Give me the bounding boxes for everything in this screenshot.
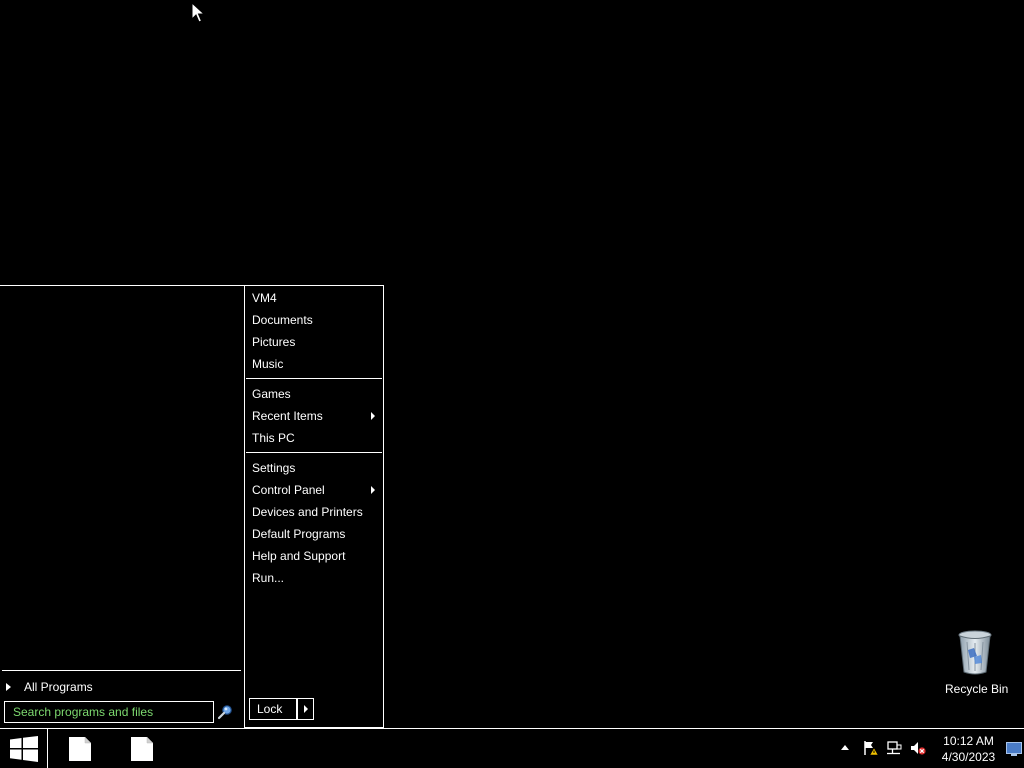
item-label: Run... (252, 571, 285, 585)
item-label: Help and Support (252, 549, 346, 563)
item-label: Devices and Printers (252, 505, 363, 519)
item-label: Documents (252, 313, 313, 327)
chevron-right-icon (304, 705, 308, 713)
start-right-item-pictures[interactable]: Pictures (246, 331, 382, 353)
item-label: VM4 (252, 291, 277, 305)
item-label: Music (252, 357, 284, 371)
item-label: This PC (252, 431, 295, 445)
start-menu: All Programs Search programs and files V… (0, 285, 384, 728)
recycle-bin-icon (958, 630, 992, 675)
start-button[interactable] (0, 729, 48, 768)
item-label: Pictures (252, 335, 296, 349)
start-right-item-default-programs[interactable]: Default Programs (246, 523, 382, 545)
places-group-settings: Settings Control Panel Devices and Print… (246, 457, 382, 589)
show-desktop-icon[interactable] (1006, 742, 1022, 756)
item-label: Games (252, 387, 291, 401)
start-right-item-run[interactable]: Run... (246, 567, 382, 589)
start-right-item-settings[interactable]: Settings (246, 457, 382, 479)
lock-button[interactable]: Lock (249, 698, 297, 720)
start-right-item-help-and-support[interactable]: Help and Support (246, 545, 382, 567)
start-right-item-this-pc[interactable]: This PC (246, 427, 382, 449)
start-menu-programs-pane: All Programs Search programs and files (0, 285, 244, 728)
item-label: Recent Items (252, 409, 323, 423)
taskbar: 10:12 AM 4/30/2023 (0, 728, 1024, 768)
tray-clock[interactable]: 10:12 AM 4/30/2023 (937, 733, 1000, 765)
search-input[interactable]: Search programs and files (4, 701, 214, 723)
places-group-system: Games Recent Items This PC (246, 383, 382, 449)
clock-date: 4/30/2023 (941, 750, 996, 764)
clock-time: 10:12 AM (943, 734, 994, 748)
start-right-item-vm4[interactable]: VM4 (246, 287, 382, 309)
expand-arrow-icon (6, 683, 11, 691)
recycle-bin-label: Recycle Bin (945, 682, 1009, 696)
start-right-item-devices-and-printers[interactable]: Devices and Printers (246, 501, 382, 523)
show-hidden-icons-button[interactable] (841, 745, 849, 750)
item-label: Default Programs (252, 527, 346, 541)
windows-logo-icon (10, 736, 38, 762)
item-label: Settings (252, 461, 296, 475)
places-separator (246, 378, 382, 379)
lock-options-button[interactable] (297, 698, 314, 720)
desktop: Recycle Bin All Programs Search programs… (0, 0, 1024, 768)
mouse-cursor-icon (191, 2, 205, 23)
search-icon[interactable] (217, 704, 233, 720)
places-group-user: VM4 Documents Pictures Music (246, 287, 382, 375)
start-right-item-documents[interactable]: Documents (246, 309, 382, 331)
action-center-flag-icon[interactable] (862, 740, 878, 756)
network-icon[interactable] (886, 740, 902, 756)
all-programs-item[interactable]: All Programs (0, 677, 240, 697)
volume-muted-icon[interactable] (910, 740, 926, 756)
places-separator (246, 452, 382, 453)
submenu-arrow-icon (371, 412, 375, 420)
start-right-item-music[interactable]: Music (246, 353, 382, 375)
document-icon[interactable] (68, 736, 92, 762)
programs-separator (2, 670, 241, 671)
item-label: Control Panel (252, 483, 325, 497)
recycle-bin[interactable]: Recycle Bin (945, 630, 1009, 696)
start-right-item-games[interactable]: Games (246, 383, 382, 405)
all-programs-label: All Programs (24, 680, 93, 694)
start-right-item-control-panel[interactable]: Control Panel (246, 479, 382, 501)
start-right-item-recent-items[interactable]: Recent Items (246, 405, 382, 427)
start-menu-places-pane: VM4 Documents Pictures Music Games Recen… (244, 285, 384, 728)
document-icon[interactable] (130, 736, 154, 762)
submenu-arrow-icon (371, 486, 375, 494)
